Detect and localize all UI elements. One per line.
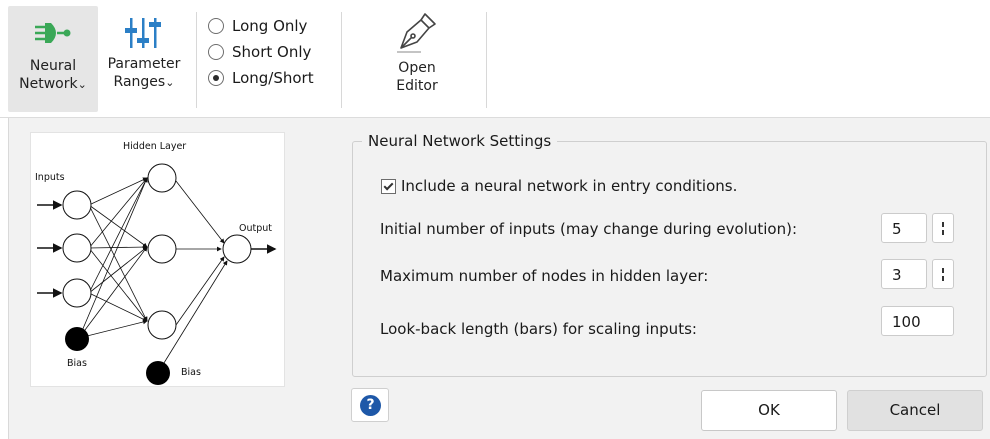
initial-inputs-spinner[interactable] (932, 213, 954, 243)
radio-label-long-only: Long Only (232, 17, 308, 35)
radio-button[interactable] (208, 18, 224, 34)
open-editor-label-2: Editor (396, 78, 438, 94)
neural-network-diagram: Hidden Layer Inputs Output Bias Bias (30, 132, 285, 387)
ribbon-divider (196, 12, 197, 108)
help-button[interactable]: ? (351, 388, 389, 422)
radio-label-short-only: Short Only (232, 43, 312, 61)
parameter-ranges-label-2: Ranges (113, 74, 166, 90)
ribbon-divider (486, 12, 487, 108)
cancel-button[interactable]: Cancel (847, 390, 983, 431)
include-nn-label: Include a neural network in entry condit… (401, 177, 738, 195)
chevron-down-icon: ⌄ (77, 78, 87, 91)
max-nodes-label: Maximum number of nodes in hidden layer: (380, 267, 709, 285)
neural-network-label-2: Network (19, 76, 78, 92)
help-icon: ? (360, 395, 381, 416)
ribbon-divider (341, 12, 342, 108)
diagram-hidden-layer-label: Hidden Layer (123, 141, 186, 152)
spin-up-icon[interactable] (942, 267, 944, 273)
initial-inputs-label: Initial number of inputs (may change dur… (380, 220, 798, 238)
open-editor-button[interactable]: Open Editor (372, 6, 462, 112)
initial-inputs-field[interactable]: 5 (881, 213, 927, 243)
include-nn-checkbox[interactable] (381, 178, 396, 194)
radio-button[interactable] (208, 44, 224, 60)
ribbon-toolbar: Neural Network⌄ Parameter Ranges⌄ Long O… (0, 0, 990, 118)
radio-long-short[interactable]: Long/Short (208, 66, 314, 90)
diagram-bias-hidden-label: Bias (181, 367, 201, 378)
spin-down-icon[interactable] (942, 229, 944, 235)
max-nodes-spinner[interactable] (932, 259, 954, 289)
trade-direction-group: Long Only Short Only Long/Short (208, 14, 314, 92)
diagram-svg: Hidden Layer Inputs Output Bias Bias (35, 141, 277, 385)
radio-long-only[interactable]: Long Only (208, 14, 314, 38)
parameter-ranges-button[interactable]: Parameter Ranges⌄ (100, 6, 188, 112)
sliders-icon (125, 18, 161, 48)
parameter-ranges-label: Parameter (107, 56, 181, 72)
ok-button[interactable]: OK (701, 390, 837, 431)
check-icon (383, 180, 394, 190)
neural-network-button[interactable]: Neural Network⌄ (8, 6, 98, 112)
max-nodes-field[interactable]: 3 (881, 259, 927, 289)
diagram-bias-input-label: Bias (67, 358, 87, 369)
pen-nib-icon (397, 13, 436, 53)
radio-short-only[interactable]: Short Only (208, 40, 314, 64)
lookback-label: Look-back length (bars) for scaling inpu… (380, 320, 697, 338)
radio-label-long-short: Long/Short (232, 69, 314, 87)
diagram-output-label: Output (239, 223, 272, 234)
diagram-inputs-label: Inputs (35, 172, 65, 183)
include-nn-checkbox-row[interactable]: Include a neural network in entry condit… (381, 177, 737, 195)
chevron-down-icon: ⌄ (165, 76, 175, 89)
radio-button-selected[interactable] (208, 70, 224, 86)
spin-up-icon[interactable] (942, 221, 944, 227)
open-editor-label: Open (398, 60, 436, 76)
neural-network-label: Neural (29, 58, 77, 74)
group-title: Neural Network Settings (362, 132, 558, 150)
lookback-field[interactable]: 100 (881, 306, 954, 336)
neural-network-icon (35, 23, 71, 43)
spin-down-icon[interactable] (942, 275, 944, 281)
